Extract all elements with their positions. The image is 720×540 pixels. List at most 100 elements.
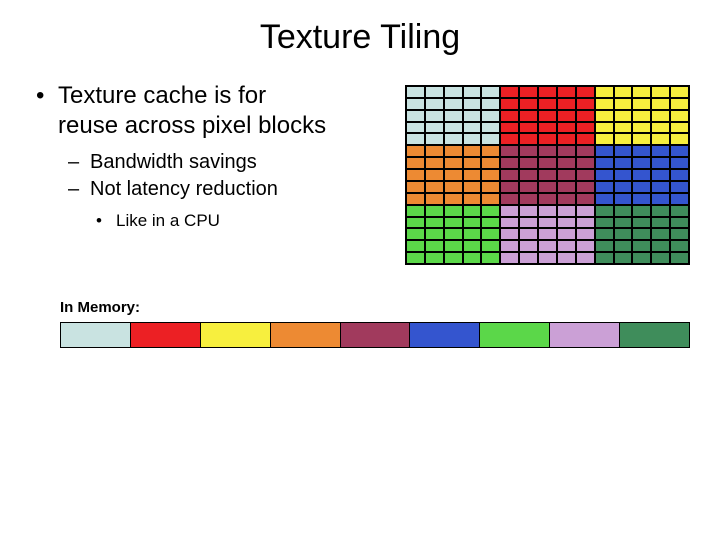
tile-cell <box>444 181 463 193</box>
tile-cell <box>519 122 538 134</box>
memory-segment <box>61 323 131 347</box>
tile-cell <box>651 169 670 181</box>
memory-segment <box>410 323 480 347</box>
tile-cell <box>538 86 557 98</box>
tile-cell <box>538 205 557 217</box>
tile-cell <box>614 98 633 110</box>
tile-cell <box>595 252 614 264</box>
tile-cell <box>500 122 519 134</box>
tile <box>406 145 500 204</box>
tile-cell <box>632 181 651 193</box>
tile-cell <box>444 157 463 169</box>
tile-cell <box>481 181 500 193</box>
tile-cell <box>425 110 444 122</box>
tile-cell <box>406 145 425 157</box>
bullet-level2-a: Bandwidth savings <box>30 149 383 176</box>
tile-cell <box>425 193 444 205</box>
tile-cell <box>500 193 519 205</box>
tile-cell <box>557 252 576 264</box>
tile-cell <box>614 133 633 145</box>
tile <box>500 205 594 264</box>
tile-cell <box>500 181 519 193</box>
tile-cell <box>463 205 482 217</box>
tile <box>406 86 500 145</box>
tile-cell <box>425 205 444 217</box>
tile-cell <box>519 181 538 193</box>
tile-cell <box>614 252 633 264</box>
tile-cell <box>614 193 633 205</box>
tile-cell <box>595 169 614 181</box>
tile-cell <box>538 110 557 122</box>
tile-cell <box>463 157 482 169</box>
tile-cell <box>651 86 670 98</box>
tile-cell <box>481 252 500 264</box>
tile-cell <box>632 240 651 252</box>
tile-cell <box>444 110 463 122</box>
tile-cell <box>463 98 482 110</box>
tile-cell <box>670 86 689 98</box>
tile-cell <box>406 252 425 264</box>
tile-cell <box>481 133 500 145</box>
tile-cell <box>576 145 595 157</box>
tile-cell <box>406 122 425 134</box>
tile-cell <box>406 240 425 252</box>
tile-cell <box>651 252 670 264</box>
tile-cell <box>425 240 444 252</box>
tile-cell <box>481 86 500 98</box>
tile-cell <box>481 122 500 134</box>
tile-cell <box>576 240 595 252</box>
tile-cell <box>557 133 576 145</box>
tile-cell <box>557 145 576 157</box>
tile-cell <box>651 98 670 110</box>
tile-cell <box>519 110 538 122</box>
tile-cell <box>538 228 557 240</box>
tile-cell <box>614 122 633 134</box>
tile-cell <box>519 228 538 240</box>
bullet-level3: Like in a CPU <box>30 209 383 233</box>
tile-cell <box>463 181 482 193</box>
tile-cell <box>519 205 538 217</box>
tile-cell <box>614 145 633 157</box>
tile-cell <box>519 86 538 98</box>
tile-cell <box>481 157 500 169</box>
tile-cell <box>670 98 689 110</box>
tile-cell <box>670 110 689 122</box>
tile-cell <box>406 86 425 98</box>
tile-cell <box>632 110 651 122</box>
tile-cell <box>481 240 500 252</box>
tile-cell <box>463 169 482 181</box>
tile-cell <box>651 228 670 240</box>
tile-cell <box>538 217 557 229</box>
tile-cell <box>595 205 614 217</box>
tile-cell <box>632 169 651 181</box>
tile-cell <box>425 133 444 145</box>
tile-cell <box>444 240 463 252</box>
tile-cell <box>500 145 519 157</box>
tile-cell <box>481 110 500 122</box>
slide-title: Texture Tiling <box>0 0 720 81</box>
tile-cell <box>651 217 670 229</box>
tile-cell <box>538 157 557 169</box>
tile-cell <box>500 205 519 217</box>
tile-grid <box>405 85 690 265</box>
tile-cell <box>481 193 500 205</box>
tile-cell <box>500 133 519 145</box>
tile-cell <box>444 122 463 134</box>
tile-cell <box>500 98 519 110</box>
tile <box>595 145 689 204</box>
tile-cell <box>595 181 614 193</box>
tile-cell <box>614 169 633 181</box>
tile-cell <box>406 110 425 122</box>
tile-cell <box>557 169 576 181</box>
tile-cell <box>632 217 651 229</box>
tile-cell <box>444 86 463 98</box>
tile-cell <box>519 240 538 252</box>
tile-cell <box>670 217 689 229</box>
tile-cell <box>500 86 519 98</box>
tile-cell <box>481 145 500 157</box>
tile-cell <box>538 145 557 157</box>
tile-cell <box>651 181 670 193</box>
tile-cell <box>444 193 463 205</box>
tile-cell <box>406 181 425 193</box>
tile-cell <box>614 228 633 240</box>
